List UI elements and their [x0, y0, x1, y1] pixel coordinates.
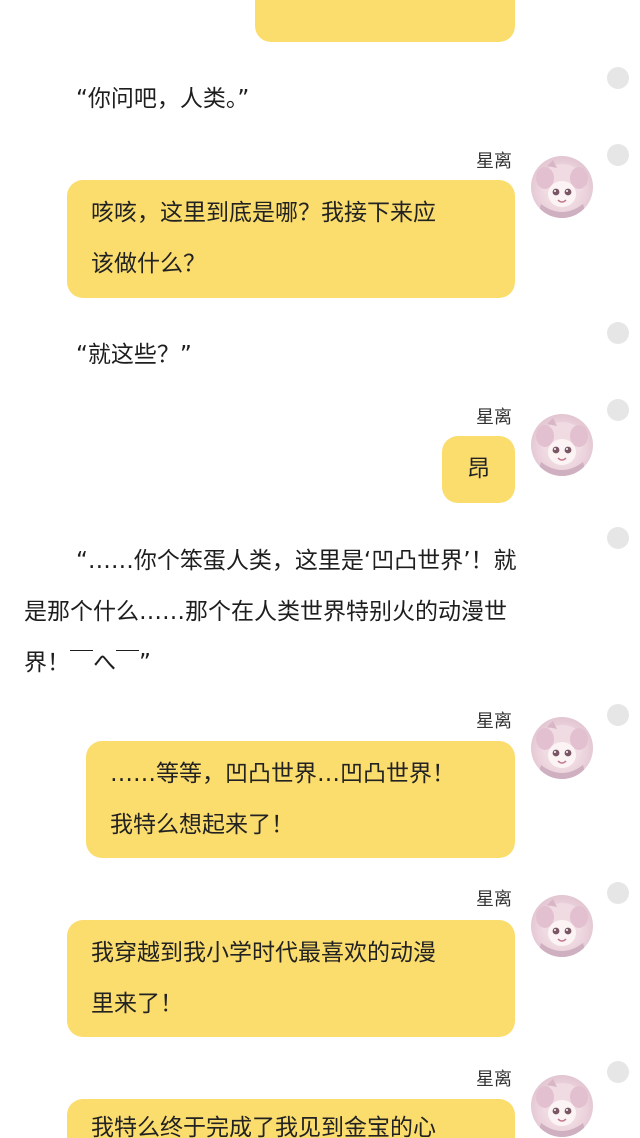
speaker-name: 星离 [476, 889, 512, 910]
narration-text: “你问吧，人类。” [76, 74, 249, 125]
avatar-image [535, 1078, 589, 1137]
message-menu-dot[interactable] [607, 322, 629, 344]
speaker-name: 星离 [476, 1069, 512, 1090]
speaker-avatar[interactable] [531, 156, 593, 218]
narration-line: 界！￣へ￣” [24, 650, 151, 676]
message-line: 我穿越到我小学时代最喜欢的动漫 [91, 940, 436, 966]
message-line: 该做什么？ [91, 251, 206, 277]
speaker-name: 星离 [476, 407, 512, 428]
message-bubble[interactable]: 咳咳，这里到底是哪？我接下来应 该做什么？ [67, 180, 515, 298]
narration-text: “就这些？” [76, 330, 192, 381]
narration-line: “……你个笨蛋人类，这里是‘凹凸世界’！就 [76, 548, 517, 574]
avatar-image [535, 159, 589, 218]
message-bubble[interactable]: 我穿越到我小学时代最喜欢的动漫 里来了！ [67, 920, 515, 1037]
message-line: 我特么终于完成了我见到金宝的心 [91, 1115, 436, 1138]
avatar-image [535, 898, 589, 957]
message-menu-dot[interactable] [607, 704, 629, 726]
message-line: 我特么想起来了！ [110, 812, 294, 838]
narration-line: “你问吧，人类。” [76, 86, 250, 112]
message-menu-dot[interactable] [607, 144, 629, 166]
message-bubble[interactable]: 昂 [442, 436, 515, 503]
message-line: 昂 [467, 456, 490, 482]
message-menu-dot[interactable] [607, 882, 629, 904]
message-bubble[interactable]: ……等等，凹凸世界…凹凸世界！ 我特么想起来了！ [86, 741, 515, 858]
message-menu-dot[interactable] [607, 399, 629, 421]
message-bubble[interactable]: 我特么终于完成了我见到金宝的心 [67, 1099, 515, 1138]
message-line: ……等等，凹凸世界…凹凸世界！ [110, 761, 455, 787]
narration-text: “……你个笨蛋人类，这里是‘凹凸世界’！就 是那个什么……那个在人类世界特别火的… [24, 536, 604, 689]
speaker-avatar[interactable] [531, 414, 593, 476]
narration-line: “就这些？” [76, 342, 192, 368]
message-menu-dot[interactable] [607, 1061, 629, 1083]
speaker-name: 星离 [476, 711, 512, 732]
message-bubble[interactable] [255, 0, 515, 42]
speaker-avatar[interactable] [531, 717, 593, 779]
message-menu-dot[interactable] [607, 67, 629, 89]
avatar-image [535, 417, 589, 476]
message-line: 里来了！ [91, 991, 183, 1017]
message-menu-dot[interactable] [607, 527, 629, 549]
avatar-image [535, 720, 589, 779]
speaker-name: 星离 [476, 151, 512, 172]
narration-line: 是那个什么……那个在人类世界特别火的动漫世 [24, 599, 507, 625]
speaker-avatar[interactable] [531, 895, 593, 957]
message-line: 咳咳，这里到底是哪？我接下来应 [91, 200, 436, 226]
speaker-avatar[interactable] [531, 1075, 593, 1137]
